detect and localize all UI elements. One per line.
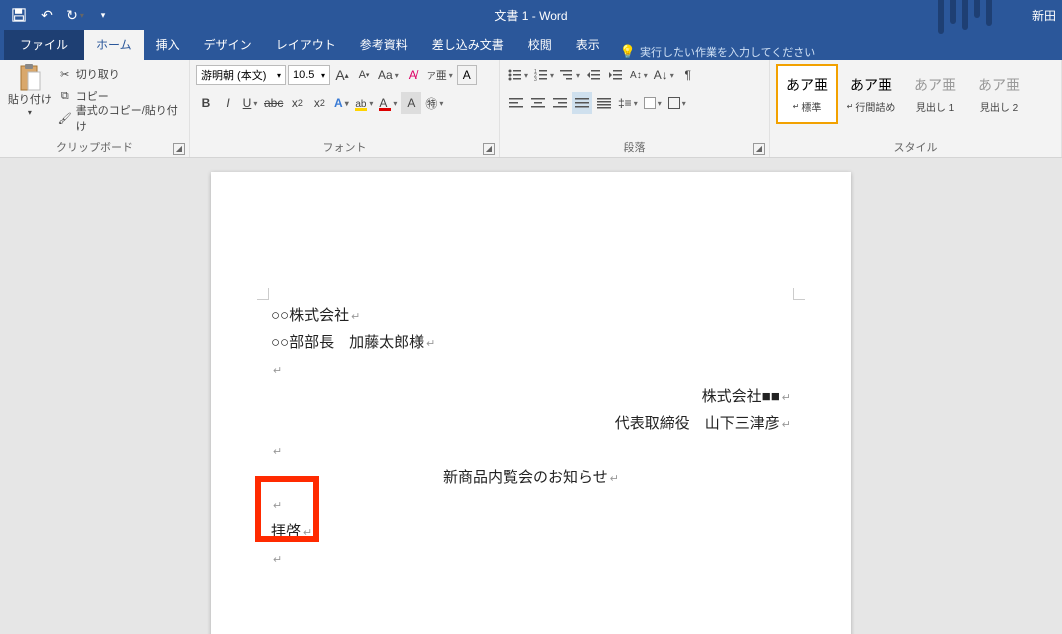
ribbon: 貼り付け▾ ✂切り取り ⧉コピー 🖌書式のコピー/貼り付け クリップボード◢ 游… xyxy=(0,60,1062,158)
doc-line-4[interactable]: 株式会社■■ xyxy=(271,383,791,410)
margin-corner-tl xyxy=(257,288,269,300)
bulb-icon: 💡 xyxy=(620,44,636,60)
style-normal[interactable]: あア亜 ↵標準 xyxy=(776,64,838,124)
align-left-button[interactable] xyxy=(506,92,526,114)
tab-review[interactable]: 校閲 xyxy=(516,29,564,60)
align-center-button[interactable] xyxy=(528,92,548,114)
subscript-button[interactable]: x2 xyxy=(287,92,307,114)
grow-font-button[interactable]: A▴ xyxy=(332,64,352,86)
distribute-button[interactable] xyxy=(594,92,614,114)
tab-layout[interactable]: レイアウト xyxy=(264,29,348,60)
clipboard-icon xyxy=(16,64,44,92)
redo-icon[interactable]: ↻ xyxy=(62,2,88,28)
shrink-font-button[interactable]: A▾ xyxy=(354,64,374,86)
indent-increase-button[interactable] xyxy=(606,64,626,86)
borders-button[interactable] xyxy=(666,92,688,114)
sort-button[interactable]: A↓ xyxy=(652,64,676,86)
doc-line-5[interactable]: 代表取締役 山下三津彦 xyxy=(271,410,791,437)
align-justify-button[interactable] xyxy=(572,92,592,114)
italic-button[interactable]: I xyxy=(218,92,238,114)
style-nospacing[interactable]: あア亜 ↵行間詰め xyxy=(840,64,902,124)
undo-icon[interactable]: ↶ xyxy=(34,2,60,28)
group-font-label: フォント xyxy=(323,142,367,154)
page[interactable]: ○○株式会社 ○○部部長 加藤太郎様 株式会社■■ 代表取締役 山下三津彦 新商… xyxy=(211,172,851,634)
indent-icon xyxy=(609,69,623,81)
enclose-char-button[interactable]: ㊕ xyxy=(423,92,445,114)
superscript-button[interactable]: x2 xyxy=(309,92,329,114)
tab-mailings[interactable]: 差し込み文書 xyxy=(420,29,516,60)
font-name-select[interactable]: 游明朝 (本文)▾ xyxy=(196,65,286,85)
tell-me-text: 実行したい作業を入力してください xyxy=(640,44,815,60)
doc-line-1[interactable]: ○○株式会社 xyxy=(271,302,791,329)
line-spacing-button[interactable]: ‡≡ xyxy=(616,92,640,114)
change-case-button[interactable]: Aa xyxy=(376,64,401,86)
bold-button[interactable]: B xyxy=(196,92,216,114)
qat-customize-icon[interactable]: ▾ xyxy=(90,2,116,28)
numbering-icon: 123 xyxy=(534,69,548,81)
tab-references[interactable]: 参考資料 xyxy=(348,29,420,60)
paragraph-dialog-launcher[interactable]: ◢ xyxy=(753,143,765,155)
tab-file[interactable]: ファイル xyxy=(4,29,84,60)
account-name[interactable]: 新田 xyxy=(1032,7,1062,24)
group-styles-label: スタイル xyxy=(894,142,938,154)
style-heading1[interactable]: あア亜 見出し 1 xyxy=(904,64,966,124)
text-direction-button[interactable]: A↕ xyxy=(628,64,650,86)
copy-icon: ⧉ xyxy=(58,90,72,103)
doc-line-6[interactable] xyxy=(271,437,791,464)
bullets-icon xyxy=(508,69,522,81)
window-title: 文書 1 - Word xyxy=(494,7,567,24)
font-size-select[interactable]: 10.5▾ xyxy=(288,65,330,85)
outdent-icon xyxy=(587,69,601,81)
scissors-icon: ✂ xyxy=(58,68,72,81)
show-marks-button[interactable]: ¶ xyxy=(678,64,698,86)
tab-design[interactable]: デザイン xyxy=(192,29,264,60)
tell-me[interactable]: 💡 実行したい作業を入力してください xyxy=(612,44,824,60)
ribbon-tabs: ファイル ホーム 挿入 デザイン レイアウト 参考資料 差し込み文書 校閲 表示… xyxy=(0,30,1062,60)
margin-corner-tr xyxy=(793,288,805,300)
doc-blank-2[interactable] xyxy=(271,545,791,572)
group-paragraph-label: 段落 xyxy=(624,142,646,154)
bullets-button[interactable] xyxy=(506,64,530,86)
format-painter-button[interactable]: 🖌書式のコピー/貼り付け xyxy=(58,108,183,128)
style-heading2[interactable]: あア亜 見出し 2 xyxy=(968,64,1030,124)
paste-button[interactable]: 貼り付け▾ xyxy=(6,64,54,118)
tab-home[interactable]: ホーム xyxy=(84,29,144,60)
indent-decrease-button[interactable] xyxy=(584,64,604,86)
group-clipboard-label: クリップボード xyxy=(56,142,133,154)
doc-title[interactable]: 新商品内覧会のお知らせ xyxy=(271,464,791,491)
clipboard-dialog-launcher[interactable]: ◢ xyxy=(173,143,185,155)
tab-view[interactable]: 表示 xyxy=(564,29,612,60)
align-right-button[interactable] xyxy=(550,92,570,114)
brush-icon: 🖌 xyxy=(58,112,72,125)
document-area[interactable]: ○○株式会社 ○○部部長 加藤太郎様 株式会社■■ 代表取締役 山下三津彦 新商… xyxy=(0,158,1062,634)
numbering-button[interactable]: 123 xyxy=(532,64,556,86)
doc-blank-1[interactable] xyxy=(271,491,791,518)
font-dialog-launcher[interactable]: ◢ xyxy=(483,143,495,155)
cut-button[interactable]: ✂切り取り xyxy=(58,64,183,84)
strike-button[interactable]: abc xyxy=(262,92,285,114)
highlight-button[interactable]: ab xyxy=(353,92,375,114)
doc-line-2[interactable]: ○○部部長 加藤太郎様 xyxy=(271,329,791,356)
save-icon[interactable] xyxy=(6,2,32,28)
char-border-button[interactable]: A xyxy=(457,65,477,85)
font-color-button[interactable]: A xyxy=(377,92,399,114)
clear-format-button[interactable]: A̸ xyxy=(403,64,423,86)
multilevel-icon xyxy=(560,69,574,81)
char-shading-button[interactable]: A xyxy=(401,92,421,114)
tab-insert[interactable]: 挿入 xyxy=(144,29,192,60)
text-effects-button[interactable]: A xyxy=(331,92,351,114)
title-bar: ↶ ↻ ▾ 文書 1 - Word 新田 xyxy=(0,0,1062,30)
svg-text:3: 3 xyxy=(534,77,537,81)
doc-line-3[interactable] xyxy=(271,356,791,383)
red-highlight-box xyxy=(255,476,319,542)
doc-greeting[interactable]: 拝啓 xyxy=(271,518,791,545)
multilevel-button[interactable] xyxy=(558,64,582,86)
underline-button[interactable]: U xyxy=(240,92,260,114)
phonetic-guide-button[interactable]: ア亜 xyxy=(425,64,455,86)
shading-button[interactable] xyxy=(642,92,664,114)
